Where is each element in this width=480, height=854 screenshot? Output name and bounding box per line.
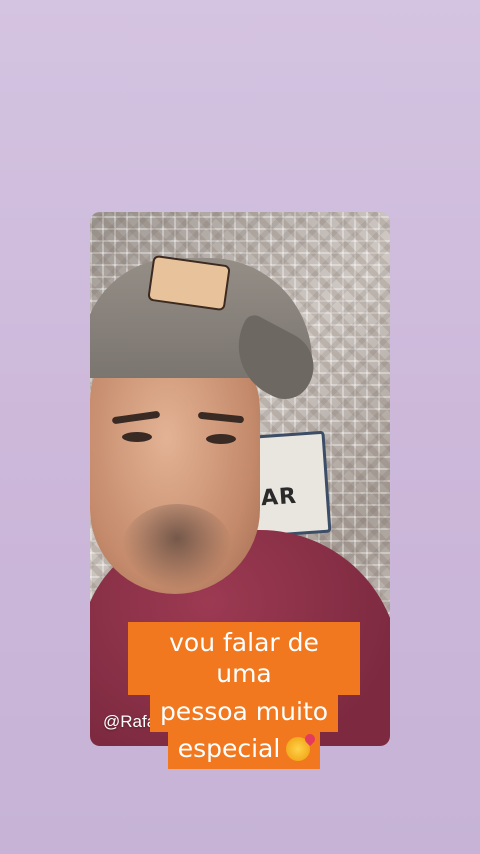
smiling-face-with-hearts-icon bbox=[286, 736, 311, 761]
left-eye bbox=[122, 432, 152, 442]
right-eye bbox=[206, 434, 236, 444]
person-beard bbox=[122, 504, 232, 590]
caption-line-3: especial bbox=[167, 727, 321, 769]
story-caption: vou falar de uma pessoa muito especial bbox=[128, 622, 360, 769]
caption-line-3-text: especial bbox=[177, 733, 281, 763]
caption-line-1: vou falar de uma bbox=[128, 622, 360, 695]
caption-line-2: pessoa muito bbox=[149, 690, 339, 732]
